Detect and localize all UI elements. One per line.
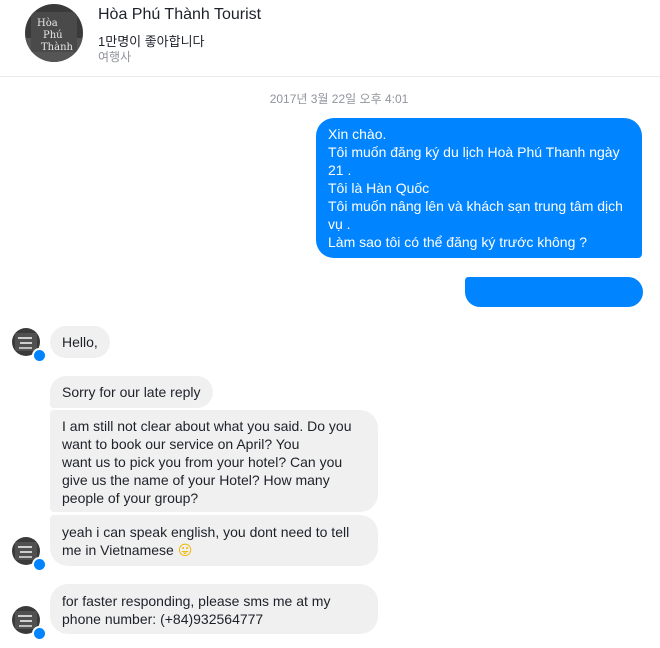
message-line: people of your group? — [62, 490, 199, 506]
message-line: want us to pick you from your hotel? Can… — [62, 454, 343, 470]
incoming-message[interactable]: Sorry for our late reply — [50, 376, 213, 408]
page-avatar[interactable]: Hòa Phú Thành — [25, 4, 83, 62]
message-line: Hello, — [62, 334, 98, 350]
message-line: Sorry for our late reply — [62, 384, 201, 400]
tongue-face-emoji-icon: 😛 — [177, 542, 193, 558]
message-line: Tôi muốn đăng ký du lịch Hoà Phú Thanh n… — [328, 144, 620, 160]
message-timestamp: 2017년 3월 22일 오후 4:01 — [269, 92, 409, 106]
messenger-badge-icon — [32, 557, 47, 572]
message-line: phone number: (+84)932564777 — [62, 611, 264, 627]
incoming-message[interactable]: yeah i can speak english, you dont need … — [50, 515, 378, 566]
incoming-message[interactable]: for faster responding, please sms me at … — [50, 584, 378, 634]
outgoing-message-empty[interactable] — [465, 277, 643, 307]
avatar-logo-text: Hòa — [37, 18, 58, 29]
message-line: Tôi muốn nâng lên và khách sạn trung tâm… — [328, 198, 623, 214]
page-category: 여행사 — [98, 50, 132, 64]
message-line-with-emoji: me in Vietnamese 😛 — [62, 541, 366, 559]
messenger-badge-icon — [32, 626, 47, 641]
message-line: for faster responding, please sms me at … — [62, 593, 331, 609]
conversation-header: Hòa Phú Thành Hòa Phú Thành Tourist 1만명이… — [0, 0, 660, 77]
message-line: want to book our service on April? You — [62, 436, 300, 452]
incoming-message[interactable]: I am still not clear about what you said… — [50, 410, 378, 512]
message-line: Xin chào. — [328, 126, 387, 142]
message-line: Tôi là Hàn Quốc — [328, 180, 430, 196]
incoming-message[interactable]: Hello, — [50, 326, 110, 358]
sender-avatar[interactable] — [12, 328, 47, 363]
message-line: give us the name of your Hotel? How many — [62, 472, 330, 488]
message-line: 21 . — [328, 162, 352, 178]
message-line: Làm sao tôi có thể đăng ký trước không ? — [328, 234, 588, 250]
message-line: yeah i can speak english, you dont need … — [62, 524, 350, 540]
message-line: I am still not clear about what you said… — [62, 418, 352, 434]
message-line: me in Vietnamese — [62, 542, 174, 558]
messenger-badge-icon — [32, 348, 47, 363]
page-name[interactable]: Hòa Phú Thành Tourist — [98, 6, 261, 24]
avatar-logo-text: Phú — [43, 30, 63, 41]
sender-avatar[interactable] — [12, 537, 47, 572]
sender-avatar[interactable] — [12, 606, 47, 641]
avatar-logo-text: Thành — [41, 42, 74, 53]
outgoing-message[interactable]: Xin chào. Tôi muốn đăng ký du lịch Hoà P… — [316, 118, 642, 258]
message-line: vụ . — [328, 216, 351, 232]
